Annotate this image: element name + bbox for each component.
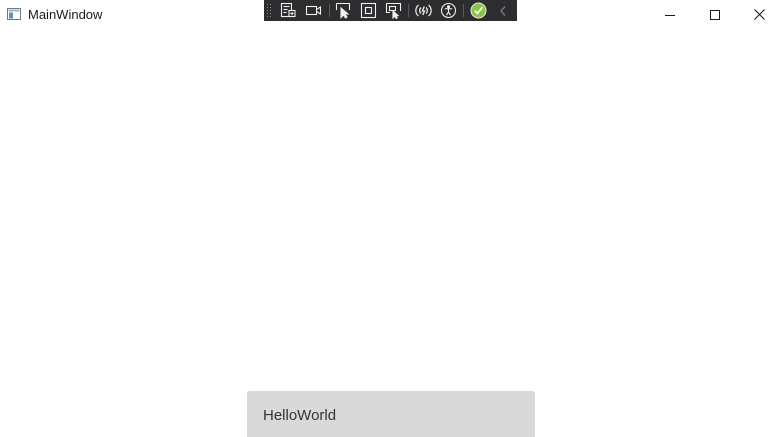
main-window: MainWindow HelloWorld <box>0 0 782 437</box>
hot-reload-button[interactable] <box>412 1 434 20</box>
record-video-button[interactable] <box>303 1 325 20</box>
app-window-icon <box>7 8 21 20</box>
live-visual-tree-button[interactable] <box>278 1 300 20</box>
maximize-button[interactable] <box>692 0 737 29</box>
collapse-toolbar-button[interactable] <box>492 1 514 20</box>
accessibility-checker-button[interactable] <box>437 1 459 20</box>
toolbar-separator <box>328 4 330 17</box>
minimize-icon <box>664 14 675 16</box>
toolbar-separator <box>408 4 410 17</box>
show-in-app-toolbar-video-icon <box>306 5 322 16</box>
collapse-toolbar-icon <box>500 5 506 16</box>
toolbar-grip-icon[interactable] <box>267 3 273 18</box>
display-layout-adorners-icon <box>361 2 377 19</box>
select-element-icon <box>336 2 351 19</box>
select-element-button[interactable] <box>333 1 355 20</box>
display-layout-adorners-button[interactable] <box>358 1 380 20</box>
window-title: MainWindow <box>28 7 103 22</box>
accessibility-checker-icon <box>440 2 456 19</box>
hello-world-button[interactable]: HelloWorld <box>247 391 535 437</box>
toolbar-separator <box>463 4 465 17</box>
minimize-button[interactable] <box>647 0 692 29</box>
close-button[interactable] <box>737 0 782 29</box>
maximize-icon <box>709 9 720 20</box>
track-focused-element-icon <box>385 2 402 19</box>
track-focused-element-button[interactable] <box>383 1 405 20</box>
xaml-devtools-toolbar <box>264 0 517 21</box>
binding-status-button[interactable] <box>467 1 489 20</box>
hot-reload-icon <box>415 4 432 17</box>
binding-status-ok-icon <box>470 2 487 19</box>
go-to-live-visual-tree-icon <box>281 2 296 18</box>
close-icon <box>754 9 765 20</box>
